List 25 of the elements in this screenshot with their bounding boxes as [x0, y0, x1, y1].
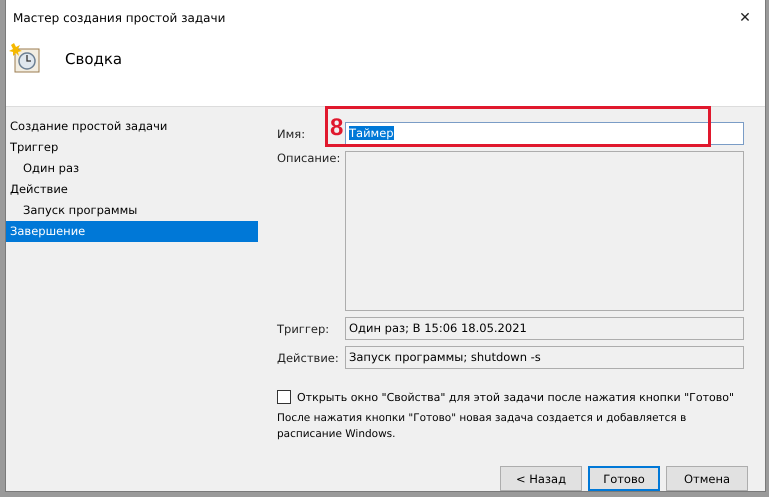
field-label: Описание: [277, 151, 340, 165]
back-button[interactable]: < Назад [500, 466, 582, 491]
description-field[interactable] [345, 151, 744, 311]
field-label: Действие: [277, 350, 339, 364]
wizard-step[interactable]: Триггер [6, 137, 258, 158]
window-title: Мастер создания простой задачи [13, 11, 226, 25]
field-label: Имя: [277, 126, 306, 140]
checkbox[interactable] [277, 390, 291, 404]
page-title: Сводка [65, 50, 122, 68]
cancel-button[interactable]: Отмена [666, 466, 748, 491]
wizard-step[interactable]: Один раз [6, 158, 258, 179]
field-label: Триггер: [277, 322, 330, 336]
name-field[interactable]: Таймер [345, 122, 744, 145]
info-text: После нажатия кнопки "Готово" новая задача создается и добавляется в расписание Windows. [277, 411, 688, 442]
action-field[interactable]: Запуск программы; shutdown -s [345, 346, 744, 369]
finish-button[interactable]: Готово [588, 466, 660, 491]
close-button[interactable]: ✕ [725, 0, 765, 36]
wizard-step[interactable]: Запуск программы [6, 200, 258, 221]
clock-icon [9, 42, 41, 74]
annotation-number: 8 [330, 115, 344, 141]
wizard-step[interactable]: Создание простой задачи [6, 116, 258, 137]
wizard-step[interactable]: Завершение [6, 221, 258, 242]
checkbox-label[interactable]: Открыть окно "Свойства" для этой задачи после нажатия кнопки "Готово" [297, 390, 734, 404]
wizard-step[interactable]: Действие [6, 179, 258, 200]
trigger-field[interactable]: Один раз; В 15:06 18.05.2021 [345, 317, 744, 340]
